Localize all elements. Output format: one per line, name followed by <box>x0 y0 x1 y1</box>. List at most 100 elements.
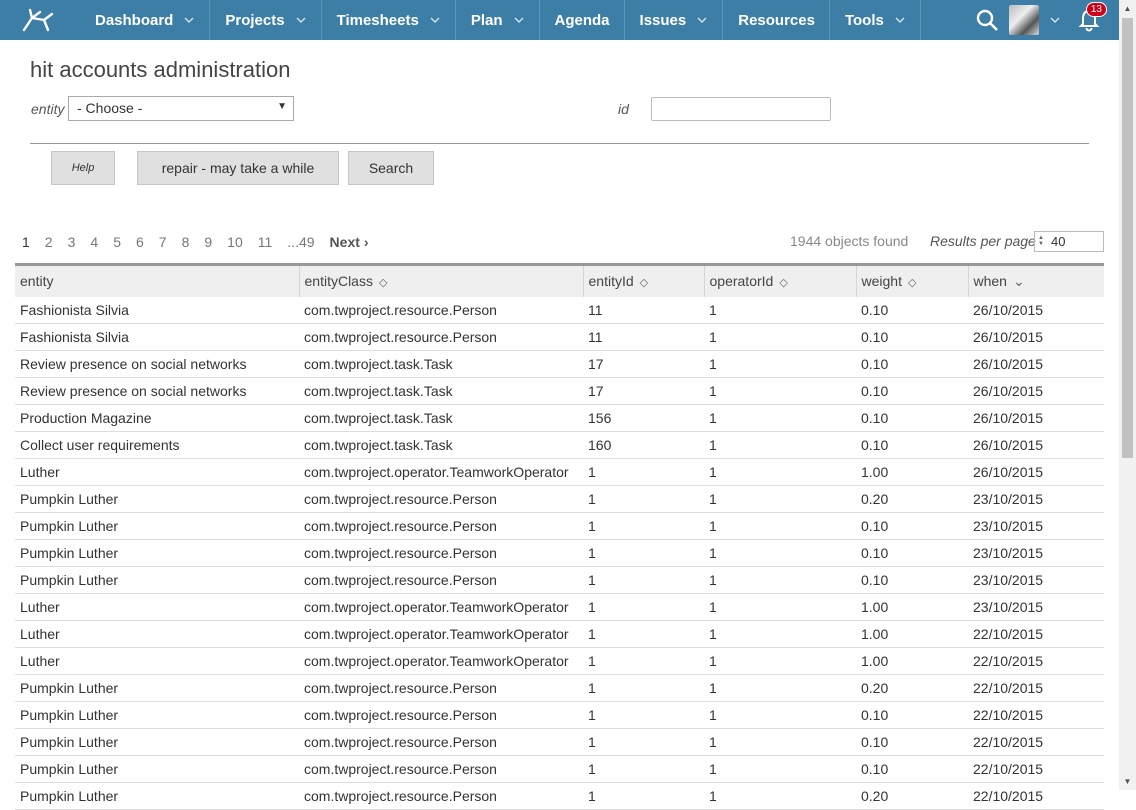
sort-icon[interactable]: ◇ <box>379 277 387 289</box>
chevron-down-icon <box>895 17 905 24</box>
cell-entity: Luther <box>15 593 299 621</box>
page-link[interactable]: 6 <box>136 234 144 250</box>
column-header-when[interactable]: when ⌄ <box>968 263 1104 297</box>
cell-entityclass: com.twproject.resource.Person <box>299 701 583 729</box>
table-row[interactable]: Review presence on social networks com.tw… <box>15 350 1104 378</box>
results-per-page-label: Results per page <box>930 233 1036 249</box>
table-row[interactable]: Luther com.twproject.operator.TeamworkOpe… <box>15 620 1104 648</box>
table-row[interactable]: Pumpkin Luther com.twproject.resource.Per… <box>15 539 1104 567</box>
page-link[interactable]: 9 <box>204 234 212 250</box>
table-row[interactable]: Pumpkin Luther com.twproject.resource.Per… <box>15 701 1104 729</box>
cell-weight: 0.10 <box>856 431 968 459</box>
nav-item-plan[interactable]: Plan <box>456 0 540 40</box>
help-button[interactable]: Help <box>51 151 115 185</box>
cell-entity: Pumpkin Luther <box>15 566 299 594</box>
table-row[interactable]: Luther com.twproject.operator.TeamworkOpe… <box>15 593 1104 621</box>
page-link[interactable]: ...49 <box>287 234 314 250</box>
cell-weight: 0.10 <box>856 539 968 567</box>
spinner-icon[interactable]: ▲ ▼ <box>1038 235 1044 247</box>
next-page-label: Next <box>329 234 360 250</box>
table-row[interactable]: Pumpkin Luther com.twproject.resource.Per… <box>15 485 1104 513</box>
table-row[interactable]: Pumpkin Luther com.twproject.resource.Per… <box>15 674 1104 702</box>
sort-icon[interactable]: ◇ <box>908 277 916 289</box>
nav-item-issues[interactable]: Issues <box>625 0 724 40</box>
cell-weight: 0.10 <box>856 350 968 378</box>
objects-found-count: 1944 objects found <box>790 233 909 249</box>
page-link[interactable]: 11 <box>258 234 273 250</box>
notifications-button[interactable]: 13 <box>1077 2 1107 32</box>
table-row[interactable]: Pumpkin Luther com.twproject.resource.Per… <box>15 512 1104 540</box>
cell-when: 22/10/2015 <box>968 674 1104 702</box>
table-row[interactable]: Luther com.twproject.operator.TeamworkOpe… <box>15 458 1104 486</box>
nav-item-dashboard[interactable]: Dashboard <box>80 0 211 40</box>
cell-entityid: 17 <box>583 377 704 405</box>
cell-entity: Fashionista Silvia <box>15 296 299 324</box>
cell-operatorid: 1 <box>704 485 856 513</box>
scroll-up-arrow-icon[interactable]: ▲ <box>1119 0 1136 17</box>
chevron-down-icon[interactable] <box>1049 14 1061 26</box>
table-row[interactable]: Review presence on social networks com.tw… <box>15 377 1104 405</box>
cell-entityid: 17 <box>583 350 704 378</box>
page-link[interactable]: 3 <box>68 234 76 250</box>
cell-weight: 0.10 <box>856 377 968 405</box>
search-button[interactable]: Search <box>348 151 434 185</box>
page-link[interactable]: 7 <box>159 234 167 250</box>
scroll-thumb[interactable] <box>1122 18 1133 458</box>
nav-item-agenda[interactable]: Agenda <box>540 0 625 40</box>
table-row[interactable]: Pumpkin Luther com.twproject.resource.Per… <box>15 728 1104 756</box>
table-row[interactable]: Pumpkin Luther com.twproject.resource.Per… <box>15 566 1104 594</box>
column-header-entityclass[interactable]: entityClass ◇ <box>299 263 584 297</box>
page-link[interactable]: 4 <box>90 234 98 250</box>
cell-weight: 0.10 <box>856 404 968 432</box>
cell-entityclass: com.twproject.task.Task <box>299 404 583 432</box>
nav-item-tools[interactable]: Tools <box>830 0 921 40</box>
sort-icon[interactable]: ◇ <box>640 277 648 289</box>
next-page-link[interactable]: Next › <box>330 234 369 250</box>
sort-icon[interactable]: ◇ <box>779 277 787 289</box>
sort-desc-icon[interactable]: ⌄ <box>1013 273 1025 289</box>
table-row[interactable]: Fashionista Silvia com.twproject.resource… <box>15 323 1104 351</box>
page-link[interactable]: 8 <box>182 234 190 250</box>
cell-when: 22/10/2015 <box>968 620 1104 648</box>
results-per-page-value: 40 <box>1051 234 1066 249</box>
scroll-down-arrow-icon[interactable]: ▼ <box>1119 773 1136 790</box>
table-body: Fashionista Silvia com.twproject.resource… <box>15 296 1104 810</box>
cell-operatorid: 1 <box>704 539 856 567</box>
page-link[interactable]: 5 <box>113 234 121 250</box>
page-link[interactable]: 2 <box>45 234 53 250</box>
results-per-page-input[interactable]: ▲ ▼ 40 <box>1034 231 1104 252</box>
table-row[interactable]: Production Magazine com.twproject.task.Ta… <box>15 404 1104 432</box>
search-icon[interactable] <box>975 8 999 32</box>
nav-item-resources[interactable]: Resources <box>723 0 830 40</box>
column-header-entityid[interactable]: entityId ◇ <box>583 263 705 297</box>
nav-item-label: Tools <box>844 11 884 29</box>
twproject-logo-icon[interactable] <box>18 4 58 36</box>
table-row[interactable]: Collect user requirements com.twproject.t… <box>15 431 1104 459</box>
cell-entityid: 1 <box>583 485 704 513</box>
column-header-label: operatorId <box>709 273 774 290</box>
cell-entityid: 1 <box>583 647 704 675</box>
nav-item-projects[interactable]: Projects <box>210 0 322 40</box>
cell-when: 22/10/2015 <box>968 647 1104 675</box>
scrollbar[interactable]: ▲ ▼ <box>1119 0 1136 790</box>
avatar[interactable] <box>1009 5 1039 35</box>
cell-entity: Pumpkin Luther <box>15 755 299 783</box>
page-link[interactable]: 1 <box>22 234 30 250</box>
nav-item-label: Plan <box>470 11 503 29</box>
cell-when: 23/10/2015 <box>968 512 1104 540</box>
repair-button[interactable]: repair - may take a while <box>137 151 339 185</box>
table-row[interactable]: Fashionista Silvia com.twproject.resource… <box>15 296 1104 324</box>
entity-select[interactable]: - Choose - ▼ <box>68 96 294 121</box>
column-header-weight[interactable]: weight ◇ <box>856 263 969 297</box>
cell-when: 23/10/2015 <box>968 566 1104 594</box>
column-header-operatorid[interactable]: operatorId ◇ <box>704 263 857 297</box>
nav-item-timesheets[interactable]: Timesheets <box>322 0 456 40</box>
cell-weight: 0.10 <box>856 566 968 594</box>
page-link[interactable]: 10 <box>227 234 243 250</box>
cell-entityid: 11 <box>583 323 704 351</box>
table-row[interactable]: Luther com.twproject.operator.TeamworkOpe… <box>15 647 1104 675</box>
table-row[interactable]: Pumpkin Luther com.twproject.resource.Per… <box>15 755 1104 783</box>
table-row[interactable]: Pumpkin Luther com.twproject.resource.Per… <box>15 782 1104 810</box>
cell-entity: Collect user requirements <box>15 431 299 459</box>
id-input[interactable] <box>651 97 831 121</box>
